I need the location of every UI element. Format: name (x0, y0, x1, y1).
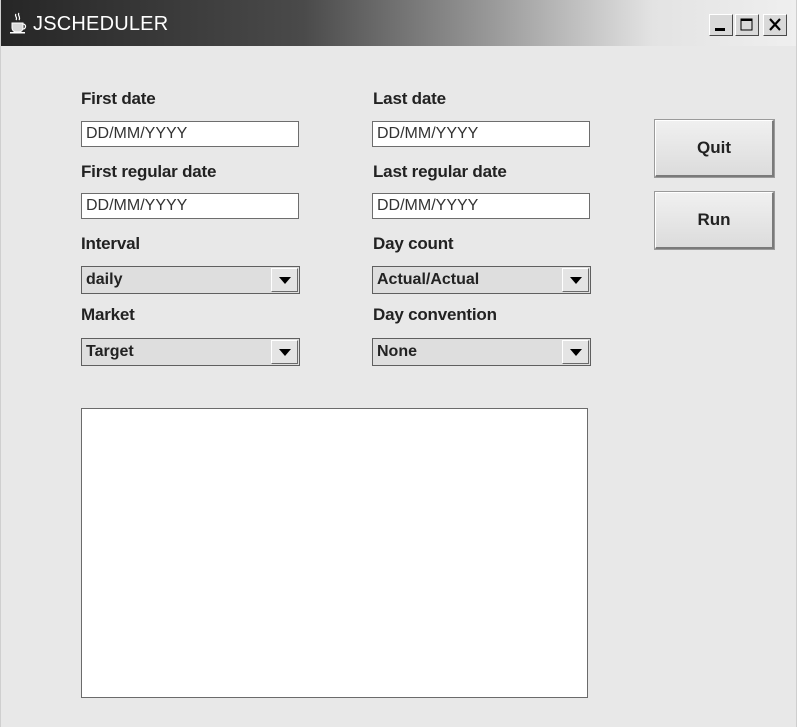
interval-selected-value: daily (86, 271, 123, 288)
output-text-area[interactable] (81, 408, 588, 698)
close-button[interactable] (763, 14, 787, 36)
java-coffee-cup-icon (10, 12, 27, 34)
chevron-down-icon (570, 277, 582, 284)
day-count-dropdown-button[interactable] (562, 268, 589, 292)
last-date-label: Last date (373, 89, 446, 108)
first-regular-date-label: First regular date (81, 162, 217, 181)
chevron-down-icon (279, 277, 291, 284)
run-button[interactable]: Run (654, 191, 775, 250)
maximize-button[interactable] (735, 14, 759, 36)
day-convention-dropdown-button[interactable] (562, 340, 589, 364)
day-convention-select[interactable]: None (372, 338, 591, 366)
chevron-down-icon (279, 349, 291, 356)
last-regular-date-label: Last regular date (373, 162, 507, 181)
market-selected-value: Target (86, 343, 134, 360)
market-dropdown-button[interactable] (271, 340, 298, 364)
maximize-icon (740, 18, 753, 31)
day-convention-label: Day convention (373, 305, 497, 324)
minimize-button[interactable] (709, 14, 733, 36)
first-date-field[interactable] (81, 121, 299, 147)
minimize-icon (715, 28, 725, 31)
quit-button[interactable]: Quit (654, 119, 775, 178)
day-count-select[interactable]: Actual/Actual (372, 266, 591, 294)
day-count-label: Day count (373, 234, 454, 253)
interval-label: Interval (81, 234, 140, 253)
last-regular-date-field[interactable] (372, 193, 590, 219)
last-date-field[interactable] (372, 121, 590, 147)
jscheduler-window: JSCHEDULER First date Last date First re… (0, 0, 797, 727)
first-date-label: First date (81, 89, 156, 108)
interval-dropdown-button[interactable] (271, 268, 298, 292)
market-label: Market (81, 305, 135, 324)
day-convention-selected-value: None (377, 343, 417, 360)
interval-select[interactable]: daily (81, 266, 300, 294)
window-title: JSCHEDULER (33, 13, 169, 35)
chevron-down-icon (570, 349, 582, 356)
close-icon (769, 18, 781, 31)
title-bar[interactable]: JSCHEDULER (1, 0, 796, 46)
market-select[interactable]: Target (81, 338, 300, 366)
day-count-selected-value: Actual/Actual (377, 271, 480, 288)
first-regular-date-field[interactable] (81, 193, 299, 219)
